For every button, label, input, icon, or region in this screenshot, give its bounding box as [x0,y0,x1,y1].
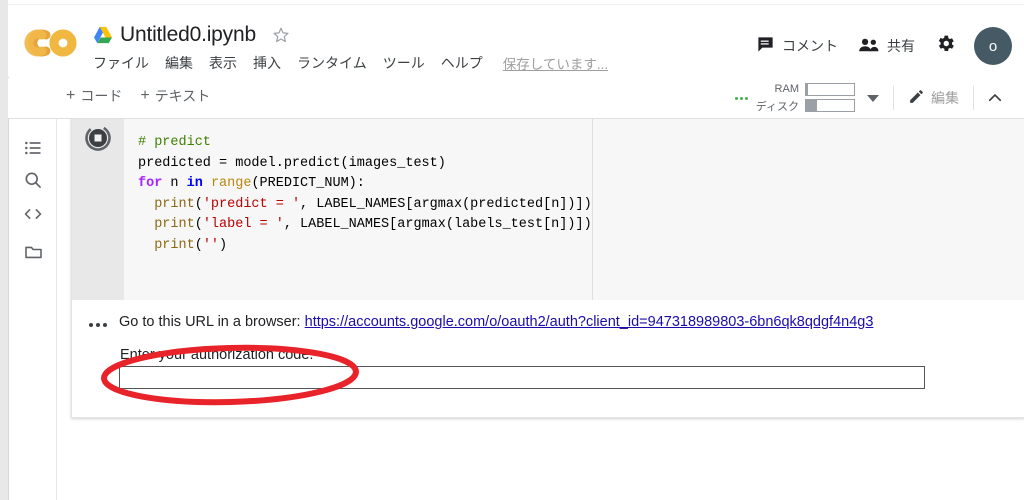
notebook-cell: # predict predicted = model.predict(image… [71,119,1024,418]
share-label: 共有 [887,38,915,54]
auth-prompt-label: Enter your authorization code: [120,347,314,363]
disk-meter-fill [806,100,817,111]
sidebar-item-code-snippets[interactable] [20,201,46,227]
toolbar-add-buttons: + コード + テキスト [66,86,210,106]
ram-meter-bar [805,82,855,96]
menu-item-edit[interactable]: 編集 [165,53,193,73]
chevron-down-icon[interactable] [867,94,879,102]
settings-button[interactable] [925,29,966,63]
code-token: , LABEL_NAMES[argmax(labels_test[n])]) [283,217,592,232]
code-token: print [154,196,195,212]
notebook-area: # predict predicted = model.predict(image… [57,119,1024,500]
sidebar-item-search[interactable] [20,167,46,193]
pencil-icon [908,88,925,108]
code-editor[interactable]: # predict predicted = model.predict(image… [124,119,593,300]
code-token: ) [219,237,228,253]
ram-meter-row: RAM [756,82,855,96]
document-title-row[interactable]: Untitled0.ipynb [93,19,290,51]
output-url-line: Go to this URL in a browser: https://acc… [119,314,873,330]
sidebar-item-files[interactable] [20,239,46,265]
sidebar-item-table-of-contents[interactable] [20,135,46,161]
authorization-code-input[interactable] [119,366,925,389]
code-token: ( [194,217,203,232]
code-cell-right-pad [592,119,1024,300]
menu-item-tools[interactable]: ツール [383,53,425,73]
code-token: predicted = model.predict(images_test) [138,155,446,171]
avatar[interactable]: o [974,27,1012,65]
code-token: (PREDICT_NUM): [251,176,365,191]
code-token: , LABEL_NAMES[argmax(predicted[n])]) [300,196,592,212]
code-token: in [186,176,203,191]
people-icon [858,36,880,57]
add-text-cell-button[interactable]: + テキスト [140,86,210,106]
gear-icon [935,33,956,59]
code-line: print('label = ', LABEL_NAMES[argmax(lab… [138,215,592,236]
app-header: Untitled0.ipynb ファイル 編集 表示 挿入 ランタイム ツール … [8,5,1024,77]
plus-icon: + [66,87,76,104]
code-token: '' [202,237,220,253]
code-token: ( [194,196,203,212]
output-options-icon[interactable] [89,323,107,327]
colab-logo-icon[interactable] [18,23,80,63]
edit-label: 編集 [931,90,959,106]
edit-button[interactable]: 編集 [894,88,973,108]
toolbar-status-group: RAM ディスク 編集 [734,82,1016,114]
google-drive-icon [93,26,113,44]
code-token: print [154,217,195,232]
menu-item-view[interactable]: 表示 [209,53,237,73]
oauth-url-link[interactable]: https://accounts.google.com/o/oauth2/aut… [305,314,874,330]
code-line: print('predict = ', LABEL_NAMES[argmax(p… [138,195,592,216]
menu-item-runtime[interactable]: ランタイム [297,53,367,73]
menu-item-insert[interactable]: 挿入 [253,53,281,73]
code-line: print('') [138,236,592,257]
output-message-prefix: Go to this URL in a browser: [119,314,305,330]
ram-label: RAM [774,83,799,95]
code-token: 'label = ' [202,217,284,232]
code-token: print [154,237,195,253]
code-token: # predict [138,135,211,150]
code-line: predicted = model.predict(images_test) [138,154,592,175]
add-code-label: コード [80,88,123,104]
code-text: # predict predicted = model.predict(image… [124,119,592,256]
code-token: ( [194,237,203,253]
menu-item-file[interactable]: ファイル [93,53,149,73]
code-token: range [210,176,252,191]
code-line: # predict [138,133,592,154]
comment-button[interactable]: コメント [746,31,848,61]
disk-meter-bar [805,99,855,112]
header-actions: コメント 共有 o [746,27,1012,65]
save-status-text[interactable]: 保存しています... [503,53,608,73]
resource-meters[interactable]: RAM ディスク [756,82,855,114]
cell-output: Go to this URL in a browser: https://acc… [72,300,1024,417]
left-sidebar [9,119,57,500]
page-title[interactable]: Untitled0.ipynb [120,23,256,47]
notebook-toolbar: + コード + テキスト RAM ディスク 編集 [8,78,1024,119]
stop-execution-icon[interactable] [83,123,113,153]
code-token: n [162,176,187,191]
cell-gutter [72,119,124,300]
comment-label: コメント [782,38,838,54]
disk-label: ディスク [755,100,799,113]
code-line: for n in range(PREDICT_NUM): [138,174,592,195]
plus-icon: + [140,87,150,104]
code-token: 'predict = ' [202,196,301,212]
disk-meter-row: ディスク [756,98,855,114]
colab-window: Untitled0.ipynb ファイル 編集 表示 挿入 ランタイム ツール … [0,0,1024,500]
star-outline-icon[interactable] [272,26,290,44]
add-code-cell-button[interactable]: + コード [66,86,122,106]
more-options-icon[interactable] [734,96,748,100]
comment-icon [756,35,775,57]
collapse-toolbar-button[interactable] [974,89,1016,107]
menu-bar: ファイル 編集 表示 挿入 ランタイム ツール ヘルプ 保存しています... [93,53,608,73]
menu-item-help[interactable]: ヘルプ [441,53,483,73]
code-cell: # predict predicted = model.predict(image… [72,119,1024,300]
ram-meter-fill [806,83,808,95]
add-text-label: テキスト [154,88,211,104]
share-button[interactable]: 共有 [848,32,925,61]
code-token: for [138,176,163,191]
